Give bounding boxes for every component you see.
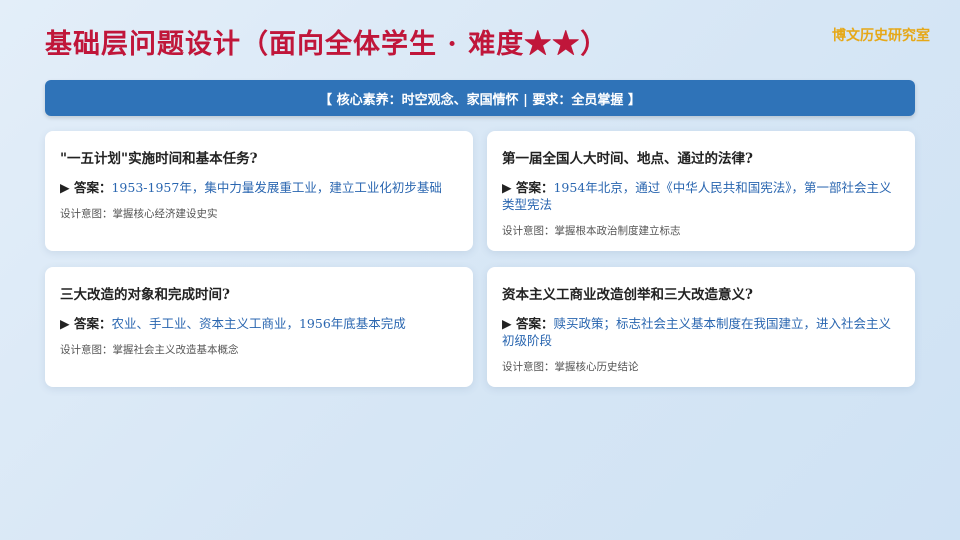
answer-label: ▶ 答案：: [502, 180, 554, 195]
answer-text: 农业、手工业、资本主义工商业，1956年底基本完成: [111, 316, 406, 331]
answer-text: 赎买政策；标志社会主义基本制度在我国建立，进入社会主义初级阶段: [502, 316, 891, 348]
banner-text: 【 核心素养：时空观念、家国情怀 | 要求：全员掌握 】: [319, 92, 641, 108]
answer-label: ▶ 答案：: [502, 316, 554, 331]
question-text: "一五计划"实施时间和基本任务?: [60, 151, 258, 167]
answer-text: 1953-1957年，集中力量发展重工业，建立工业化初步基础: [111, 180, 442, 195]
design-intent: 设计意图：掌握核心历史结论: [502, 361, 639, 373]
answer-line: ▶ 答案：农业、手工业、资本主义工商业，1956年底基本完成: [60, 315, 459, 332]
question-card: "一五计划"实施时间和基本任务? ▶ 答案：1953-1957年，集中力量发展重…: [45, 131, 473, 251]
design-intent: 设计意图：掌握核心经济建设史实: [60, 208, 218, 220]
answer-label: ▶ 答案：: [60, 316, 112, 331]
core-literacy-banner: 【 核心素养：时空观念、家国情怀 | 要求：全员掌握 】: [45, 80, 915, 116]
answer-label: ▶ 答案：: [60, 180, 112, 195]
question-card: 三大改造的对象和完成时间? ▶ 答案：农业、手工业、资本主义工商业，1956年底…: [45, 267, 473, 387]
design-intent: 设计意图：掌握根本政治制度建立标志: [502, 225, 681, 237]
brand-label: 博文历史研究室: [832, 28, 930, 44]
answer-line: ▶ 答案：赎买政策；标志社会主义基本制度在我国建立，进入社会主义初级阶段: [502, 315, 901, 349]
question-text: 第一届全国人大时间、地点、通过的法律?: [502, 151, 753, 167]
question-card: 第一届全国人大时间、地点、通过的法律? ▶ 答案：1954年北京，通过《中华人民…: [487, 131, 915, 251]
page-title: 基础层问题设计（面向全体学生 · 难度★★）: [45, 29, 609, 60]
question-text: 资本主义工商业改造创举和三大改造意义?: [502, 287, 753, 303]
design-intent: 设计意图：掌握社会主义改造基本概念: [60, 344, 239, 356]
answer-text: 1954年北京，通过《中华人民共和国宪法》，第一部社会主义类型宪法: [502, 180, 892, 212]
question-card: 资本主义工商业改造创举和三大改造意义? ▶ 答案：赎买政策；标志社会主义基本制度…: [487, 267, 915, 387]
answer-line: ▶ 答案：1953-1957年，集中力量发展重工业，建立工业化初步基础: [60, 179, 459, 196]
question-grid: "一五计划"实施时间和基本任务? ▶ 答案：1953-1957年，集中力量发展重…: [45, 131, 915, 387]
question-text: 三大改造的对象和完成时间?: [60, 287, 230, 303]
answer-line: ▶ 答案：1954年北京，通过《中华人民共和国宪法》，第一部社会主义类型宪法: [502, 179, 901, 213]
